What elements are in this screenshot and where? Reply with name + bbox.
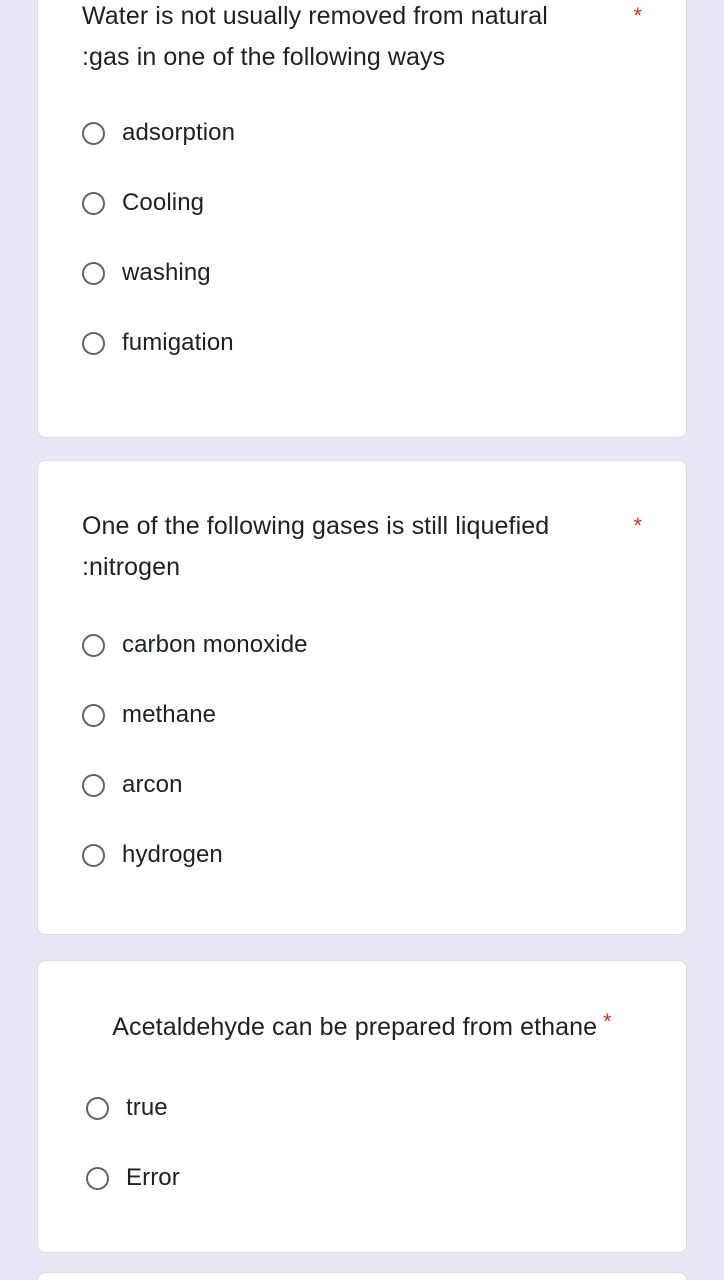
option-label: adsorption bbox=[122, 119, 236, 146]
radio-option[interactable]: true bbox=[82, 1073, 642, 1143]
radio-circle-icon[interactable] bbox=[82, 703, 105, 727]
question-card: One of the following gases is still liqu… bbox=[37, 460, 687, 935]
question-title: One of the following gases is still liqu… bbox=[82, 512, 550, 581]
radio-option[interactable]: adsorption bbox=[82, 98, 642, 168]
radio-circle-icon[interactable] bbox=[82, 121, 105, 145]
radio-option[interactable]: hydrogen bbox=[82, 820, 642, 890]
radio-circle-icon[interactable] bbox=[82, 773, 105, 797]
option-group: carbon monoxide methane arcon hydrogen bbox=[82, 610, 642, 890]
question-card: Acetaldehyde can be prepared from ethane… bbox=[37, 960, 687, 1253]
radio-circle-icon[interactable] bbox=[82, 331, 105, 355]
radio-option[interactable]: fumigation bbox=[82, 308, 642, 378]
radio-option[interactable]: washing bbox=[82, 238, 642, 308]
required-asterisk: * bbox=[633, 513, 642, 538]
question-title: Water is not usually removed from natura… bbox=[82, 2, 548, 71]
required-asterisk: * bbox=[603, 1009, 612, 1034]
radio-circle-icon[interactable] bbox=[82, 843, 105, 867]
radio-circle-icon[interactable] bbox=[82, 261, 105, 285]
question-title: Acetaldehyde can be prepared from ethane bbox=[112, 1013, 598, 1041]
question-card-body: Water is not usually removed from natura… bbox=[38, 0, 686, 378]
radio-option[interactable]: methane bbox=[82, 680, 642, 750]
question-header: Water is not usually removed from natura… bbox=[82, 0, 642, 78]
option-label: arcon bbox=[122, 771, 183, 798]
question-card-next-partial bbox=[37, 1272, 687, 1280]
question-card: Water is not usually removed from natura… bbox=[37, 0, 687, 438]
option-label: washing bbox=[122, 259, 211, 286]
option-label: Error bbox=[126, 1164, 180, 1191]
form-question-list: Water is not usually removed from natura… bbox=[0, 0, 724, 1280]
radio-option[interactable]: Cooling bbox=[82, 168, 642, 238]
radio-option[interactable]: Error bbox=[82, 1143, 642, 1213]
radio-circle-icon[interactable] bbox=[82, 633, 105, 657]
radio-circle-icon[interactable] bbox=[82, 191, 105, 215]
radio-circle-icon[interactable] bbox=[86, 1166, 109, 1190]
option-group: true Error bbox=[82, 1073, 642, 1213]
question-header: One of the following gases is still liqu… bbox=[82, 506, 642, 588]
radio-option[interactable]: arcon bbox=[82, 750, 642, 820]
option-group: adsorption Cooling washing fumigation bbox=[82, 98, 642, 378]
radio-circle-icon[interactable] bbox=[86, 1096, 109, 1120]
radio-option[interactable]: carbon monoxide bbox=[82, 610, 642, 680]
option-label: fumigation bbox=[122, 329, 234, 356]
question-card-body: Acetaldehyde can be prepared from ethane… bbox=[38, 961, 686, 1213]
option-label: hydrogen bbox=[122, 841, 223, 868]
option-label: carbon monoxide bbox=[122, 631, 308, 658]
option-label: Cooling bbox=[122, 189, 205, 216]
option-label: methane bbox=[122, 701, 217, 728]
question-header: Acetaldehyde can be prepared from ethane… bbox=[82, 1007, 642, 1048]
option-label: true bbox=[126, 1094, 168, 1121]
question-card-body: One of the following gases is still liqu… bbox=[38, 461, 686, 890]
required-asterisk: * bbox=[633, 3, 642, 28]
